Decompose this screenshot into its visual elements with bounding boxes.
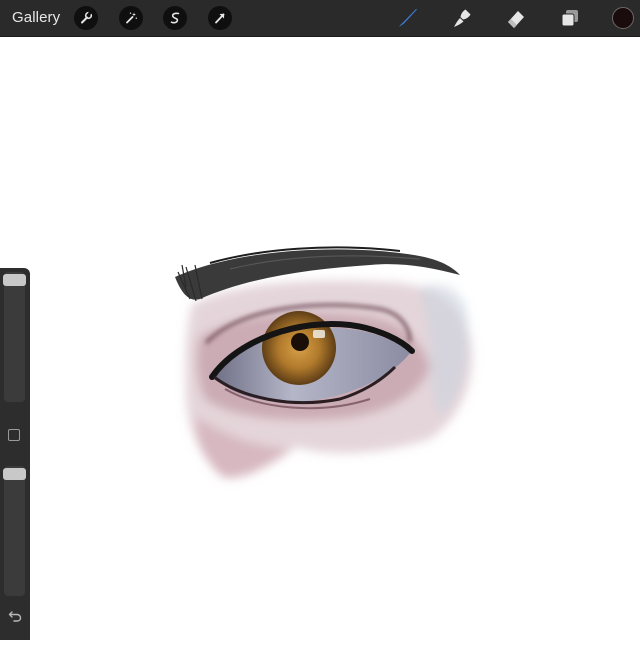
transform-arrow-icon[interactable]: [208, 6, 232, 30]
brush-size-slider[interactable]: [3, 272, 26, 402]
pupil: [291, 333, 309, 351]
brush-opacity-thumb[interactable]: [3, 468, 26, 481]
color-swatch[interactable]: [612, 7, 634, 29]
drawing-canvas[interactable]: [0, 37, 640, 640]
gallery-button[interactable]: Gallery: [12, 9, 60, 26]
brush-icon[interactable]: [395, 5, 421, 31]
layers-icon[interactable]: [557, 5, 583, 31]
undo-arrow-icon[interactable]: [6, 608, 24, 624]
selection-s-icon[interactable]: [163, 6, 187, 30]
eye-drawing: [175, 246, 473, 478]
top-toolbar: Gallery: [0, 0, 640, 37]
brush-size-thumb[interactable]: [3, 274, 26, 287]
adjustments-wand-icon[interactable]: [119, 6, 143, 30]
eraser-icon[interactable]: [503, 5, 529, 31]
actions-wrench-icon[interactable]: [74, 6, 98, 30]
modify-square-icon[interactable]: [8, 429, 20, 441]
left-sidebar: [0, 268, 30, 640]
smudge-icon[interactable]: [449, 5, 475, 31]
brush-opacity-slider[interactable]: [3, 466, 26, 596]
eye-highlight: [313, 330, 325, 338]
